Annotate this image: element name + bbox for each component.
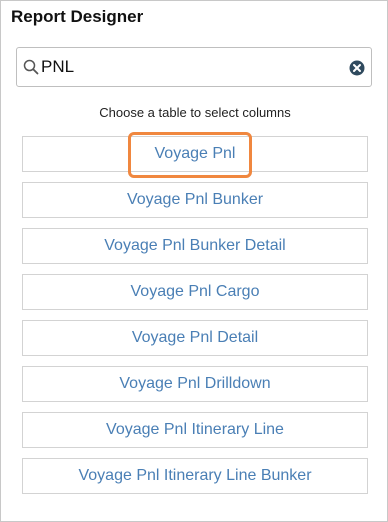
table-item-voyage-pnl-bunker-detail[interactable]: Voyage Pnl Bunker Detail: [22, 228, 368, 264]
report-designer-panel: Report Designer Choose a table to select…: [0, 0, 388, 522]
table-item-label: Voyage Pnl Detail: [131, 329, 259, 346]
selection-highlight: [128, 132, 252, 178]
table-item-label: Voyage Pnl Bunker: [126, 191, 264, 208]
clear-search-icon[interactable]: [349, 60, 365, 76]
table-item-voyage-pnl[interactable]: Voyage Pnl: [22, 132, 368, 178]
table-item-voyage-pnl-bunker[interactable]: Voyage Pnl Bunker: [22, 182, 368, 218]
table-item-voyage-pnl-cargo[interactable]: Voyage Pnl Cargo: [22, 274, 368, 310]
table-item-label: Voyage Pnl Cargo: [130, 283, 260, 300]
search-box[interactable]: [16, 47, 372, 87]
search-input[interactable]: [41, 54, 341, 80]
table-item-voyage-pnl-drilldown[interactable]: Voyage Pnl Drilldown: [22, 366, 368, 402]
table-item-label: Voyage Pnl Bunker Detail: [104, 237, 286, 254]
table-item-voyage-pnl-itinerary-line[interactable]: Voyage Pnl Itinerary Line: [22, 412, 368, 448]
table-hint-text: Choose a table to select columns: [99, 105, 291, 120]
table-item-label: Voyage Pnl Drilldown: [119, 375, 271, 392]
table-item-label: Voyage Pnl Itinerary Line Bunker: [78, 467, 312, 484]
table-item-label: Voyage Pnl Itinerary Line: [106, 421, 284, 438]
panel-title: Report Designer: [11, 7, 144, 26]
search-icon: [23, 59, 39, 75]
table-item-voyage-pnl-detail[interactable]: Voyage Pnl Detail: [22, 320, 368, 356]
table-item-voyage-pnl-itinerary-line-bunker[interactable]: Voyage Pnl Itinerary Line Bunker: [22, 458, 368, 494]
